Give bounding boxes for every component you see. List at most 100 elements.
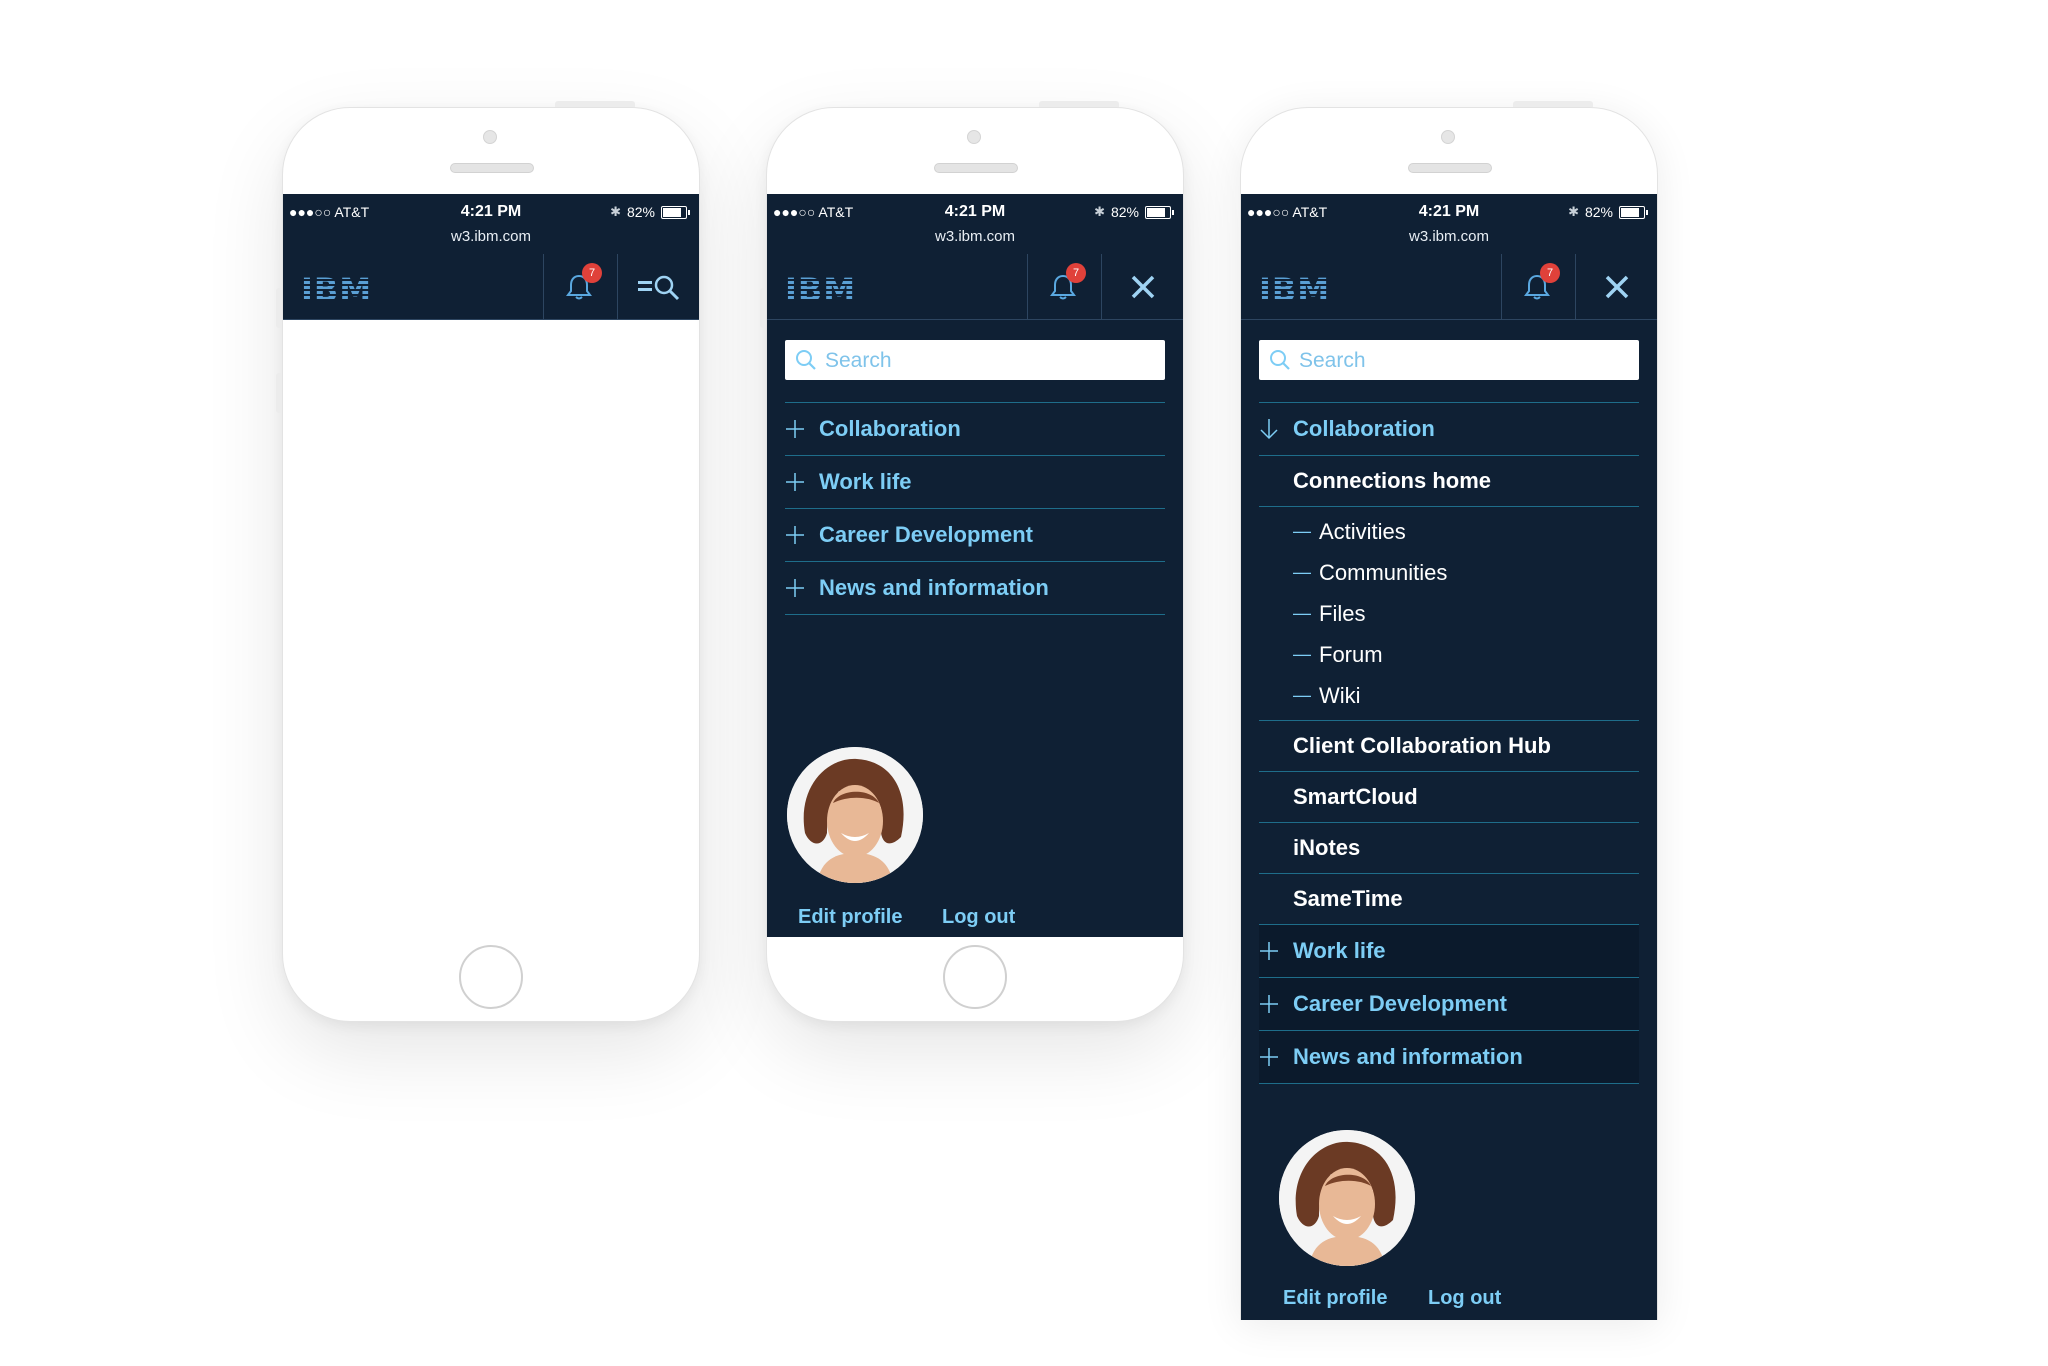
plus-icon <box>1259 978 1293 1030</box>
nav-item-label: Work life <box>1293 938 1386 963</box>
ibm-logo[interactable]: IBM <box>1259 271 1330 309</box>
battery-icon <box>661 205 690 219</box>
close-menu-button[interactable] <box>1575 254 1657 319</box>
notifications-button[interactable]: 7 <box>1027 254 1102 319</box>
menu-search-button[interactable] <box>617 254 699 319</box>
notifications-button[interactable]: 7 <box>543 254 618 319</box>
screen: ●●●○○ AT&T 4:21 PM ✱ 82% w3.ibm.com IBM … <box>1241 194 1657 1320</box>
leaf-item-forum[interactable]: — Forum <box>1259 634 1639 675</box>
submenu-connections-home[interactable]: Connections home <box>1259 455 1639 506</box>
nav-item-label: Career Development <box>819 522 1033 547</box>
submenu-smartcloud[interactable]: SmartCloud <box>1259 771 1639 822</box>
submenu-client-collaboration-hub[interactable]: Client Collaboration Hub <box>1259 720 1639 771</box>
nav-item-collaboration[interactable]: Collaboration <box>785 402 1165 455</box>
submenu-inotes[interactable]: iNotes <box>1259 822 1639 873</box>
search-field[interactable] <box>1259 340 1639 382</box>
status-right: ✱ 82% <box>610 204 690 220</box>
leaf-label: Communities <box>1319 559 1448 585</box>
masthead: IBM 7 <box>283 254 699 320</box>
submenu-label: SmartCloud <box>1293 784 1418 809</box>
url-bar[interactable]: w3.ibm.com <box>767 228 1183 245</box>
ibm-logo[interactable]: IBM <box>301 271 372 309</box>
leaf-item-wiki[interactable]: — Wiki <box>1259 675 1639 716</box>
volume-button <box>276 288 282 328</box>
front-camera <box>967 130 981 144</box>
nav-item-label: Collaboration <box>819 416 961 441</box>
search-icon <box>1270 350 1290 370</box>
log-out-link[interactable]: Log out <box>942 906 1015 929</box>
submenu-label: iNotes <box>1293 835 1361 860</box>
earpiece-speaker <box>450 163 534 173</box>
arrow-down-icon <box>1259 403 1293 455</box>
nav-item-work-life[interactable]: Work life <box>1259 924 1639 977</box>
screen: ●●●○○ AT&T 4:21 PM ✱ 82% w3.ibm.com IBM … <box>283 194 699 937</box>
notification-badge: 7 <box>582 263 602 283</box>
leaf-item-communities[interactable]: — Communities <box>1259 552 1639 593</box>
nav-item-collaboration[interactable]: Collaboration <box>1259 402 1639 455</box>
edit-profile-link[interactable]: Edit profile <box>798 906 902 929</box>
earpiece-speaker <box>1408 163 1492 173</box>
nav-menu: Collaboration Connections home — Activiti… <box>1259 402 1639 1084</box>
masthead: IBM 7 <box>767 254 1183 320</box>
dash-icon: — <box>1293 521 1311 541</box>
nav-item-career-development[interactable]: Career Development <box>1259 977 1639 1030</box>
nav-menu: Collaboration Work life Career Developme… <box>785 402 1165 615</box>
nav-item-news-information[interactable]: News and information <box>785 561 1165 615</box>
close-icon <box>1131 275 1155 299</box>
battery-icon <box>1145 205 1174 219</box>
notifications-button[interactable]: 7 <box>1501 254 1576 319</box>
plus-icon <box>785 456 819 508</box>
status-right: ✱ 82% <box>1568 204 1648 220</box>
plus-icon <box>1259 1031 1293 1083</box>
front-camera <box>483 130 497 144</box>
menu-search-icon <box>638 275 680 301</box>
status-bar: ●●●○○ AT&T 4:21 PM ✱ 82% w3.ibm.com <box>283 194 699 254</box>
earpiece-speaker <box>934 163 1018 173</box>
front-camera <box>1441 130 1455 144</box>
close-icon <box>1605 275 1629 299</box>
bluetooth-icon: ✱ <box>1094 204 1105 219</box>
leaf-item-files[interactable]: — Files <box>1259 593 1639 634</box>
submenu-sametime[interactable]: SameTime <box>1259 873 1639 924</box>
nav-item-label: News and information <box>1293 1044 1523 1069</box>
search-field[interactable] <box>785 340 1165 382</box>
search-input[interactable] <box>1297 340 1631 382</box>
leaf-label: Files <box>1319 600 1366 626</box>
power-button <box>1513 101 1593 107</box>
power-button <box>555 101 635 107</box>
home-button[interactable] <box>459 945 523 1009</box>
avatar[interactable] <box>1279 1130 1415 1266</box>
leaf-label: Activities <box>1319 518 1406 544</box>
close-menu-button[interactable] <box>1101 254 1183 319</box>
ibm-logo[interactable]: IBM <box>785 271 856 309</box>
nav-item-news-information[interactable]: News and information <box>1259 1030 1639 1084</box>
url-bar[interactable]: w3.ibm.com <box>1241 228 1657 245</box>
plus-icon <box>785 562 819 614</box>
home-button[interactable] <box>943 945 1007 1009</box>
nav-item-label: News and information <box>819 575 1049 600</box>
battery-percent: 82% <box>626 204 655 220</box>
volume-button <box>760 288 766 328</box>
avatar[interactable] <box>787 747 923 883</box>
screen: ●●●○○ AT&T 4:21 PM ✱ 82% w3.ibm.com IBM … <box>767 194 1183 937</box>
nav-item-career-development[interactable]: Career Development <box>785 508 1165 561</box>
battery-percent: 82% <box>1584 204 1613 220</box>
edit-profile-link[interactable]: Edit profile <box>1283 1287 1387 1310</box>
avatar-photo <box>787 747 923 883</box>
log-out-link[interactable]: Log out <box>1428 1287 1501 1310</box>
battery-percent: 82% <box>1110 204 1139 220</box>
avatar-photo <box>1279 1130 1415 1266</box>
status-bar: ●●●○○ AT&T 4:21 PM ✱ 82% w3.ibm.com <box>1241 194 1657 254</box>
url-bar[interactable]: w3.ibm.com <box>283 228 699 245</box>
battery-fill <box>1621 207 1640 217</box>
notification-badge: 7 <box>1540 263 1560 283</box>
search-icon <box>796 350 816 370</box>
status-right: ✱ 82% <box>1094 204 1174 220</box>
submenu-label: SameTime <box>1293 886 1403 911</box>
nav-item-work-life[interactable]: Work life <box>785 455 1165 508</box>
leaf-item-activities[interactable]: — Activities <box>1259 511 1639 552</box>
plus-icon <box>1259 925 1293 977</box>
dash-icon: — <box>1293 603 1311 623</box>
search-input[interactable] <box>823 340 1157 382</box>
dash-icon: — <box>1293 562 1311 582</box>
